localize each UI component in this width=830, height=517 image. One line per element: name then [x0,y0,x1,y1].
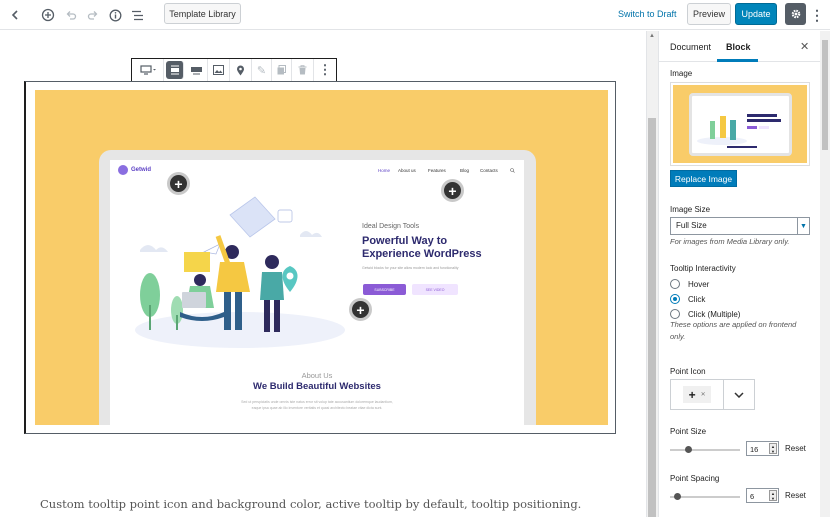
mockup-about-label: About Us [301,371,333,380]
mockup-logo: Getwid [118,165,151,175]
map-pin-icon[interactable] [230,59,252,81]
image-caption[interactable]: Custom tooltip point icon and background… [40,497,581,511]
mockup-headline: Powerful Way to Experience WordPress [362,235,482,260]
settings-sidebar: Document Block ✕ Image Replace Image Ima… [658,31,821,517]
duplicate-icon[interactable] [272,59,292,81]
tab-document[interactable]: Document [670,42,711,52]
hotspot-point-1[interactable]: + [167,172,190,195]
image-icon[interactable] [208,59,230,81]
scroll-up-icon[interactable]: ▲ [646,33,658,39]
mockup-video-button: SEE VIDEO [412,284,458,295]
hotspot-image: Getwid Home About us Features Blog Conta… [35,90,608,425]
mockup-nav-features: Features [428,168,446,173]
point-spacing-slider[interactable] [670,493,740,500]
align-wide-icon[interactable] [166,61,184,79]
editor-scrollbar-thumb[interactable] [648,118,656,517]
mockup-nav-about: About us [398,168,416,173]
block-toolbar: ✎ ⋮ [131,58,337,82]
image-size-help: For images from Media Library only. [670,237,790,246]
radio-hover-input[interactable] [670,279,680,289]
point-spacing-input[interactable]: 6 ▲ ▼ [746,488,779,503]
point-size-slider[interactable] [670,446,740,453]
point-size-slider-handle[interactable] [685,446,692,453]
sidebar-tabs: Document Block ✕ [659,31,821,62]
close-icon[interactable]: ✕ [800,40,809,53]
point-spacing-label: Point Spacing [670,474,720,483]
mockup-about-text-2: eaque ipsa quae ab illo inventore verita… [251,406,383,410]
image-size-select[interactable]: Full Size ▼ [670,217,810,235]
preview-button[interactable]: Preview [687,3,731,25]
outline-icon[interactable] [126,4,148,26]
selected-plus-icon[interactable]: + ✕ [683,386,712,403]
point-size-reset-button[interactable]: Reset [785,444,806,453]
image-thumbnail[interactable] [670,82,810,166]
point-size-label: Point Size [670,427,707,436]
point-spacing-slider-handle[interactable] [674,493,681,500]
radio-click-input[interactable] [670,294,680,304]
settings-icon[interactable] [785,3,806,25]
radio-click-multiple[interactable]: Click (Multiple) [670,309,740,319]
block-type-icon[interactable] [132,59,164,81]
chevron-down-icon[interactable]: ▼ [797,218,809,234]
undo-icon[interactable] [60,4,82,26]
replace-image-button[interactable]: Replace Image [670,170,737,187]
redo-icon[interactable] [82,4,104,26]
editor-canvas: ✎ ⋮ Getwid Home About us Features Blog C… [0,31,646,517]
radio-hover[interactable]: Hover [670,279,709,289]
mockup-nav-contacts: Contacts [480,168,498,173]
mockup-search-icon [510,168,515,174]
website-screenshot: Getwid Home About us Features Blog Conta… [110,160,524,425]
point-spacing-reset-button[interactable]: Reset [785,491,806,500]
mockup-nav-blog: Blog [460,168,470,173]
stepper-icon[interactable]: ▲ ▼ [769,443,777,454]
tab-block[interactable]: Block [726,42,751,52]
mockup-nav-home: Home [378,168,391,173]
point-size-input[interactable]: 16 ▲ ▼ [746,441,779,456]
tooltip-help: These options are applied on frontend on… [670,320,797,341]
update-button[interactable]: Update [735,3,777,25]
more-vertical-icon[interactable]: ⋮ [314,59,336,81]
mockup-description: Getwid blocks for your site allow modern… [362,266,459,270]
template-library-button[interactable]: Template Library [164,3,241,24]
chevron-down-icon[interactable] [724,380,754,409]
radio-click-multiple-input[interactable] [670,309,680,319]
align-full-icon[interactable] [186,59,208,81]
laptop-mockup: Getwid Home About us Features Blog Conta… [99,150,536,425]
mockup-subscribe-button: SUBSCRIBE [363,284,406,295]
trash-icon[interactable] [292,59,314,81]
image-label: Image [670,69,693,78]
more-icon[interactable]: ⋮ [810,4,824,26]
mockup-about-text-1: Sed ut perspiciatis unde omnis iste natu… [241,400,393,404]
remove-icon[interactable]: ✕ [701,391,706,398]
hotspot-point-3[interactable]: + [349,298,372,321]
back-icon[interactable] [4,4,26,26]
people-illustration [135,196,345,348]
edit-icon[interactable]: ✎ [252,59,272,81]
hotspot-point-2[interactable]: + [441,179,464,202]
point-icon-picker[interactable]: + ✕ [670,379,755,410]
info-icon[interactable] [104,4,126,26]
add-block-icon[interactable] [37,4,59,26]
point-icon-label: Point Icon [670,367,706,376]
switch-to-draft-link[interactable]: Switch to Draft [618,9,677,19]
image-size-label: Image Size [670,205,711,214]
mockup-subtitle: Ideal Design Tools [362,223,420,230]
top-toolbar: Template Library Switch to Draft Preview… [0,0,830,30]
sidebar-scrollbar-thumb[interactable] [822,40,828,150]
active-tab-indicator [717,59,758,62]
stepper-icon[interactable]: ▲ ▼ [769,490,777,501]
tooltip-interactivity-label: Tooltip Interactivity [670,264,736,273]
radio-click[interactable]: Click [670,294,705,304]
mockup-about-title: We Build Beautiful Websites [253,381,381,392]
